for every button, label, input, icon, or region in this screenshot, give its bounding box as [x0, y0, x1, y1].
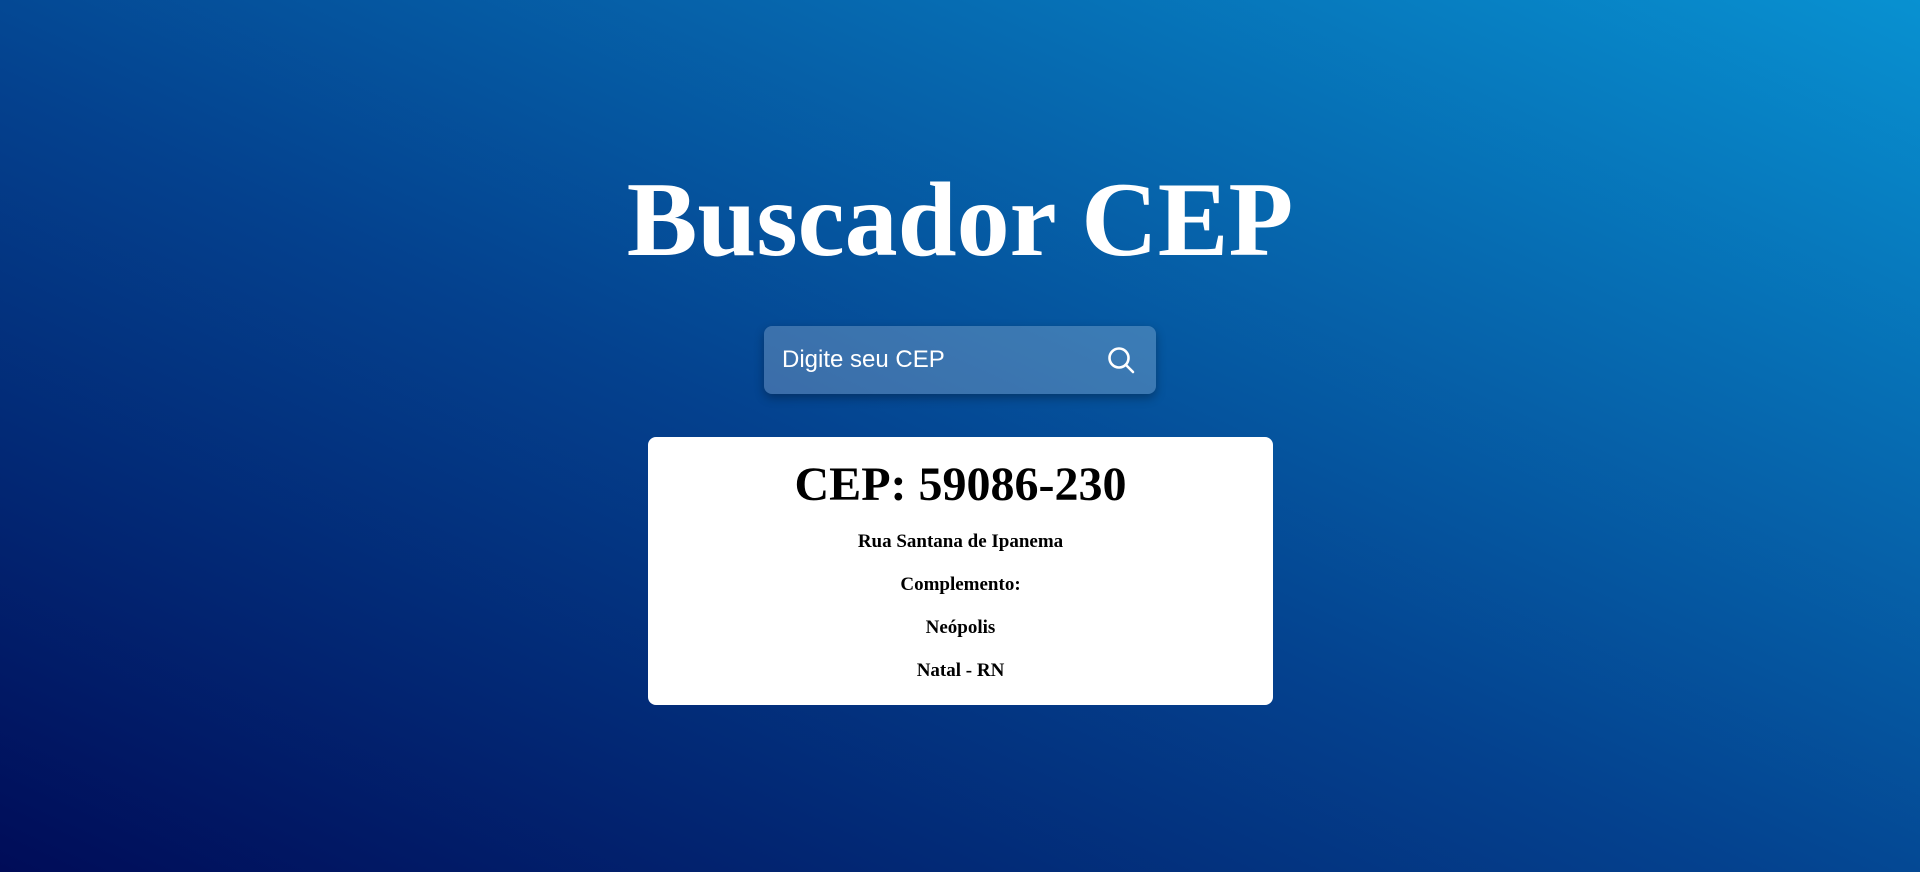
street-text: Rua Santana de Ipanema [857, 531, 1064, 552]
search-button[interactable] [1092, 326, 1150, 394]
city-state-text: Natal - RN [916, 660, 1005, 681]
search-box [764, 326, 1156, 394]
neighborhood-text: Neópolis [925, 617, 996, 638]
complement-text: Complemento: [900, 574, 1021, 595]
page-title: Buscador CEP [626, 161, 1294, 278]
cep-heading: CEP: 59086-230 [794, 458, 1127, 511]
search-icon [1108, 347, 1135, 374]
cep-search-input[interactable] [764, 326, 1092, 394]
result-card: CEP: 59086-230 Rua Santana de Ipanema Co… [648, 437, 1273, 705]
